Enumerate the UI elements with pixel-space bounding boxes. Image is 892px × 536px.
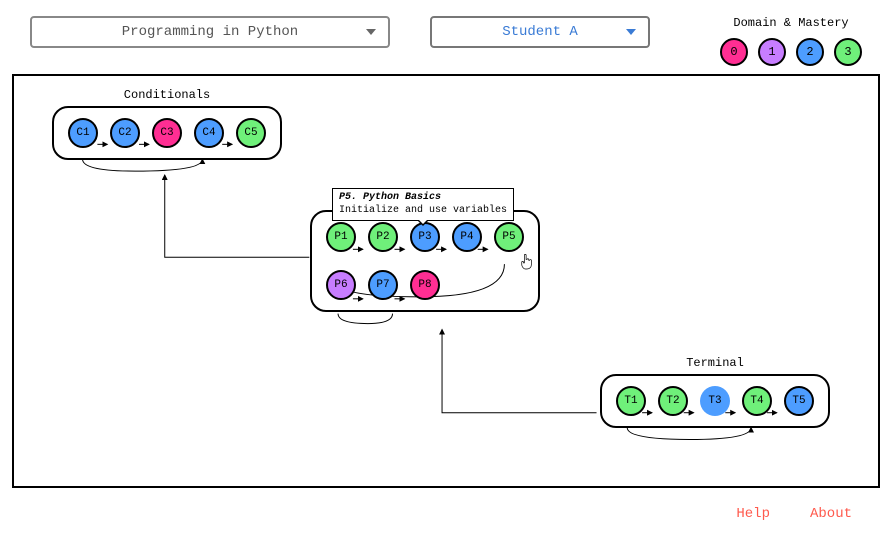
node-c2[interactable]: C2 [110, 118, 140, 148]
group-terminal: Terminal T1 T2 T3 T4 T5 [600, 374, 830, 428]
student-dropdown-label: Student A [502, 24, 578, 40]
node-p5[interactable]: P5 [494, 222, 524, 252]
node-c5[interactable]: C5 [236, 118, 266, 148]
graph-canvas: Conditionals C1 C2 C3 C4 C5 Python Basic… [12, 74, 880, 488]
chevron-down-icon [366, 24, 376, 40]
tooltip-title: P5. Python Basics [339, 192, 507, 205]
student-dropdown[interactable]: Student A [430, 16, 650, 48]
node-t4[interactable]: T4 [742, 386, 772, 416]
node-c1[interactable]: C1 [68, 118, 98, 148]
tooltip-desc: Initialize and use variables [339, 205, 507, 218]
node-t2[interactable]: T2 [658, 386, 688, 416]
node-p4[interactable]: P4 [452, 222, 482, 252]
course-dropdown[interactable]: Programming in Python [30, 16, 390, 48]
help-link[interactable]: Help [736, 506, 770, 522]
node-t1[interactable]: T1 [616, 386, 646, 416]
node-c3[interactable]: C3 [152, 118, 182, 148]
group-conditionals: Conditionals C1 C2 C3 C4 C5 [52, 106, 282, 160]
node-p3[interactable]: P3 [410, 222, 440, 252]
node-p8[interactable]: P8 [410, 270, 440, 300]
legend-level-2: 2 [796, 38, 824, 66]
node-p7[interactable]: P7 [368, 270, 398, 300]
legend-level-0: 0 [720, 38, 748, 66]
node-p2[interactable]: P2 [368, 222, 398, 252]
node-t3[interactable]: T3 [700, 386, 730, 416]
course-dropdown-label: Programming in Python [122, 24, 298, 40]
about-link[interactable]: About [810, 506, 852, 522]
legend-level-1: 1 [758, 38, 786, 66]
legend: Domain & Mastery 0 1 2 3 [720, 16, 862, 66]
node-p6[interactable]: P6 [326, 270, 356, 300]
node-p1[interactable]: P1 [326, 222, 356, 252]
group-label: Conditionals [124, 88, 210, 102]
group-label: Terminal [686, 356, 744, 370]
node-c4[interactable]: C4 [194, 118, 224, 148]
legend-level-3: 3 [834, 38, 862, 66]
chevron-down-icon [626, 24, 636, 40]
node-t5[interactable]: T5 [784, 386, 814, 416]
tooltip-p5: P5. Python Basics Initialize and use var… [332, 188, 514, 221]
legend-title: Domain & Mastery [720, 16, 862, 30]
